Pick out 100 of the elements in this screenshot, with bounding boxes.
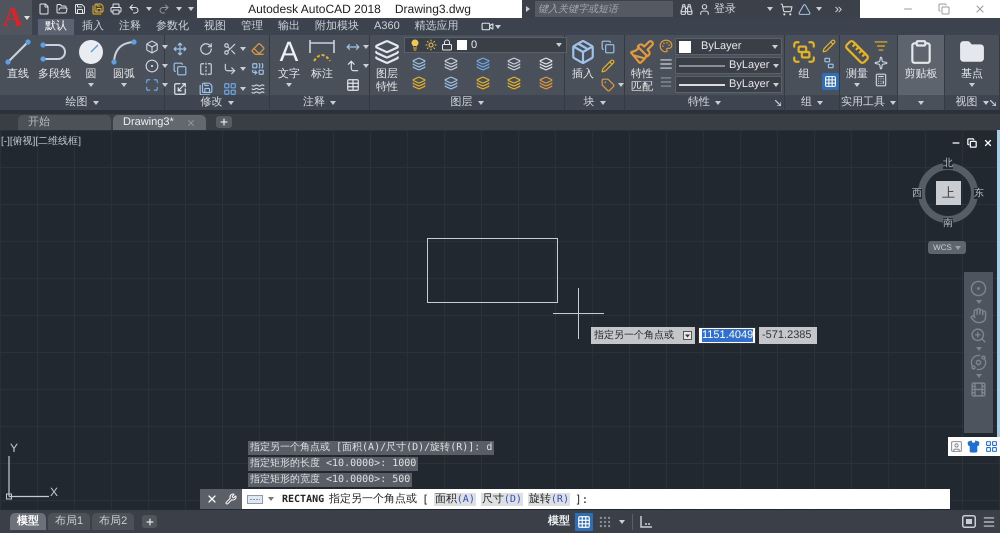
four-squares-icon[interactable]: [984, 440, 998, 453]
arc-icon[interactable]: [111, 39, 137, 65]
menu-lines-icon[interactable]: [659, 75, 673, 89]
caret-icon[interactable]: [600, 100, 606, 104]
circle-icon[interactable]: [78, 39, 104, 65]
eraser-icon[interactable]: [251, 42, 265, 56]
command-option-link[interactable]: 旋转(R): [528, 492, 570, 506]
ribbon-tab[interactable]: 插入: [75, 18, 111, 34]
caret-icon[interactable]: [772, 44, 778, 48]
file-tab[interactable]: 开始: [18, 115, 111, 130]
palette-icon[interactable]: [659, 39, 673, 53]
caret-icon[interactable]: [146, 7, 152, 11]
compass-north-label[interactable]: 北: [943, 158, 953, 169]
panel-title-button[interactable]: 注释: [270, 95, 369, 110]
caret-icon[interactable]: [854, 83, 860, 87]
caret-icon[interactable]: [618, 83, 624, 87]
caret-icon[interactable]: [24, 16, 30, 20]
viewport-controls-label[interactable]: [-][俯视][二维线框]: [1, 136, 81, 148]
ribbon-tab[interactable]: 输出: [271, 18, 307, 34]
video-camera-icon[interactable]: [480, 20, 494, 33]
undo-icon[interactable]: [128, 3, 140, 15]
caret-icon[interactable]: [478, 100, 484, 104]
folder-icon[interactable]: [56, 3, 68, 15]
layers-icon[interactable]: [374, 39, 400, 65]
caret-icon[interactable]: [228, 100, 234, 104]
four-way-arrow-icon[interactable]: [173, 42, 187, 56]
layer-stack-icon[interactable]: [539, 57, 554, 71]
caret-icon[interactable]: [817, 100, 823, 104]
ribbon-tab[interactable]: 精选应用: [408, 18, 466, 34]
tag-icon[interactable]: [601, 78, 615, 92]
caret-icon[interactable]: [330, 100, 336, 104]
caret-icon[interactable]: [773, 82, 780, 86]
panel-title-button[interactable]: 修改: [165, 95, 269, 110]
caret-icon[interactable]: [556, 43, 562, 47]
caret-icon[interactable]: [240, 67, 246, 71]
padlock-icon[interactable]: [441, 39, 453, 51]
page-icon[interactable]: [38, 3, 50, 15]
launcher-arrow-icon[interactable]: [775, 100, 781, 106]
framed-square-icon[interactable]: [962, 515, 976, 528]
caret-icon[interactable]: [715, 100, 721, 104]
wrench-icon[interactable]: [224, 493, 236, 505]
caret-icon[interactable]: [88, 83, 94, 87]
layer-stack-icon[interactable]: [412, 57, 426, 71]
mirror-flip-icon[interactable]: [199, 62, 213, 76]
caret-icon[interactable]: [494, 24, 501, 28]
linetype-dropdown[interactable]: ByLayer: [675, 57, 782, 74]
ribbon-tab[interactable]: 附加模块: [308, 18, 366, 34]
caret-icon[interactable]: [268, 497, 274, 501]
grid-icon[interactable]: [575, 512, 593, 530]
layer-stack-icon[interactable]: [476, 76, 490, 90]
lineweight-dropdown[interactable]: ByLayer: [675, 76, 782, 93]
plus-icon[interactable]: [144, 516, 155, 526]
paintbrush-icon[interactable]: [629, 39, 655, 65]
file-tab[interactable]: Drawing3*: [113, 115, 206, 130]
rotate-arrow-icon[interactable]: [199, 42, 213, 56]
user-square-icon[interactable]: [950, 440, 964, 453]
caret-icon[interactable]: [363, 64, 369, 68]
caret-icon[interactable]: [240, 87, 246, 91]
color-dropdown[interactable]: ByLayer: [675, 38, 782, 55]
layer-stack-icon[interactable]: [507, 76, 522, 90]
caret-icon[interactable]: [92, 100, 98, 104]
caret-icon[interactable]: [773, 64, 780, 68]
filter-lines-icon[interactable]: [874, 39, 888, 53]
double-chevron-icon[interactable]: [833, 4, 844, 14]
layout-tab[interactable]: 布局2: [92, 513, 134, 530]
command-prompt-icon[interactable]: [247, 494, 263, 504]
panel-title-button[interactable]: 绘图: [0, 95, 164, 110]
caret-icon[interactable]: [619, 520, 625, 524]
panel-title-button[interactable]: 图层: [370, 95, 564, 110]
user-icon[interactable]: [698, 2, 711, 16]
binoculars-icon[interactable]: [680, 2, 693, 16]
layer-stack-icon[interactable]: [476, 57, 490, 71]
caret-icon[interactable]: [162, 45, 168, 49]
sign-in-button[interactable]: 登录: [698, 2, 736, 16]
coordinate-field[interactable]: -571.2385: [759, 327, 817, 344]
layer-stack-icon[interactable]: [507, 57, 522, 71]
caret-icon[interactable]: [363, 45, 369, 49]
arc-tool-button[interactable]: 圆弧: [109, 37, 139, 87]
panel-title-button[interactable]: 组: [785, 95, 839, 110]
polyline-tool-button[interactable]: 多段线: [36, 37, 73, 81]
lightbulb-icon[interactable]: [409, 39, 421, 51]
new-layout-button[interactable]: [142, 515, 158, 528]
command-option-link[interactable]: 面积(A): [434, 492, 476, 506]
panel-title-button[interactable]: 实用工具: [840, 95, 897, 110]
ruler-icon[interactable]: [844, 39, 870, 65]
measure-tool-button[interactable]: 测量: [842, 37, 872, 87]
panel-title-button[interactable]: 特性: [625, 95, 784, 110]
down-arrow-box-icon[interactable]: [683, 331, 692, 340]
layer-stack-icon[interactable]: [444, 76, 458, 90]
clipboard-tool-button[interactable]: 剪贴板: [902, 37, 940, 81]
caret-icon[interactable]: [121, 83, 127, 87]
ring-dot-icon[interactable]: [970, 280, 987, 297]
grouped-squares-icon[interactable]: [791, 39, 817, 65]
line-tool-button[interactable]: 直线: [3, 37, 33, 81]
base-point-tool-button[interactable]: 基点: [957, 37, 987, 87]
group-selection-toggle-icon[interactable]: [822, 73, 839, 90]
compass-south-label[interactable]: 南: [943, 218, 953, 229]
ribbon-tab[interactable]: 注释: [112, 18, 148, 34]
caret-icon[interactable]: [767, 7, 773, 11]
new-tab-button[interactable]: [216, 116, 232, 128]
